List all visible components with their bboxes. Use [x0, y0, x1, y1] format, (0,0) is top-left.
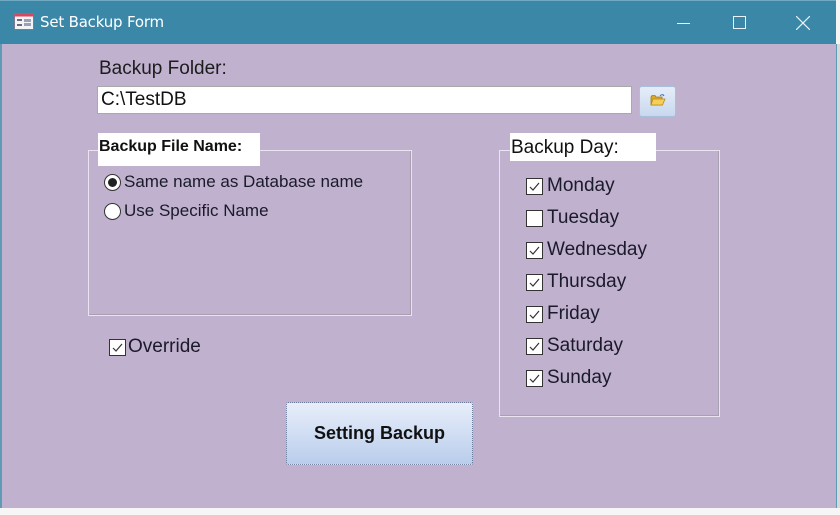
minimize-icon — [677, 16, 691, 30]
setting-backup-button[interactable]: Setting Backup — [286, 402, 473, 465]
day-label: Sunday — [547, 367, 612, 388]
override-checkbox[interactable] — [109, 338, 126, 356]
day-label: Tuesday — [547, 207, 620, 228]
radio-specific-name[interactable]: Use Specific Name — [104, 201, 269, 221]
window-border-right — [836, 44, 840, 508]
minimize-button[interactable] — [653, 1, 715, 44]
close-icon — [796, 15, 810, 30]
browse-folder-button[interactable] — [639, 86, 676, 117]
day-checkbox[interactable] — [526, 177, 543, 195]
day-checkbox[interactable] — [526, 369, 543, 387]
day-checkbox-row-monday[interactable]: Monday — [526, 175, 615, 197]
maximize-icon — [733, 15, 747, 30]
day-label: Friday — [547, 303, 600, 324]
set-backup-form-window: Set Backup Form Backup Folder: C:\TestDB… — [0, 0, 840, 515]
backup-file-name-caption: Backup File Name: — [98, 133, 260, 166]
backup-folder-label: Backup Folder: — [99, 58, 227, 79]
day-checkbox-row-wednesday[interactable]: Wednesday — [526, 239, 647, 261]
backup-folder-input[interactable] — [97, 86, 632, 114]
day-label: Wednesday — [547, 239, 647, 260]
day-checkbox[interactable] — [526, 241, 543, 259]
day-label: Thursday — [547, 271, 627, 292]
title-bar[interactable]: Set Backup Form — [0, 0, 836, 44]
folder-open-icon — [649, 92, 666, 111]
close-button[interactable] — [772, 1, 834, 44]
radio-button[interactable] — [104, 202, 121, 220]
day-checkbox[interactable] — [526, 209, 543, 227]
window-border-bottom — [0, 508, 840, 515]
day-checkbox-row-tuesday[interactable]: Tuesday — [526, 207, 619, 229]
day-checkbox[interactable] — [526, 273, 543, 291]
day-checkbox-row-sunday[interactable]: Sunday — [526, 367, 611, 389]
form-icon — [14, 13, 34, 30]
override-checkbox-row[interactable]: Override — [109, 336, 201, 358]
day-checkbox-row-saturday[interactable]: Saturday — [526, 335, 623, 357]
override-label: Override — [128, 336, 201, 357]
window-title: Set Backup Form — [40, 13, 164, 31]
day-checkbox[interactable] — [526, 305, 543, 323]
day-label: Saturday — [547, 335, 624, 356]
radio-label: Same name as Database name — [124, 172, 364, 191]
backup-day-caption: Backup Day: — [510, 133, 656, 161]
radio-label: Use Specific Name — [124, 201, 269, 220]
radio-button-selected[interactable] — [104, 173, 121, 191]
day-label: Monday — [547, 175, 615, 196]
day-checkbox-row-thursday[interactable]: Thursday — [526, 271, 626, 293]
radio-same-name[interactable]: Same name as Database name — [104, 172, 363, 192]
day-checkbox-row-friday[interactable]: Friday — [526, 303, 600, 325]
day-checkbox[interactable] — [526, 337, 543, 355]
maximize-button[interactable] — [709, 1, 771, 44]
